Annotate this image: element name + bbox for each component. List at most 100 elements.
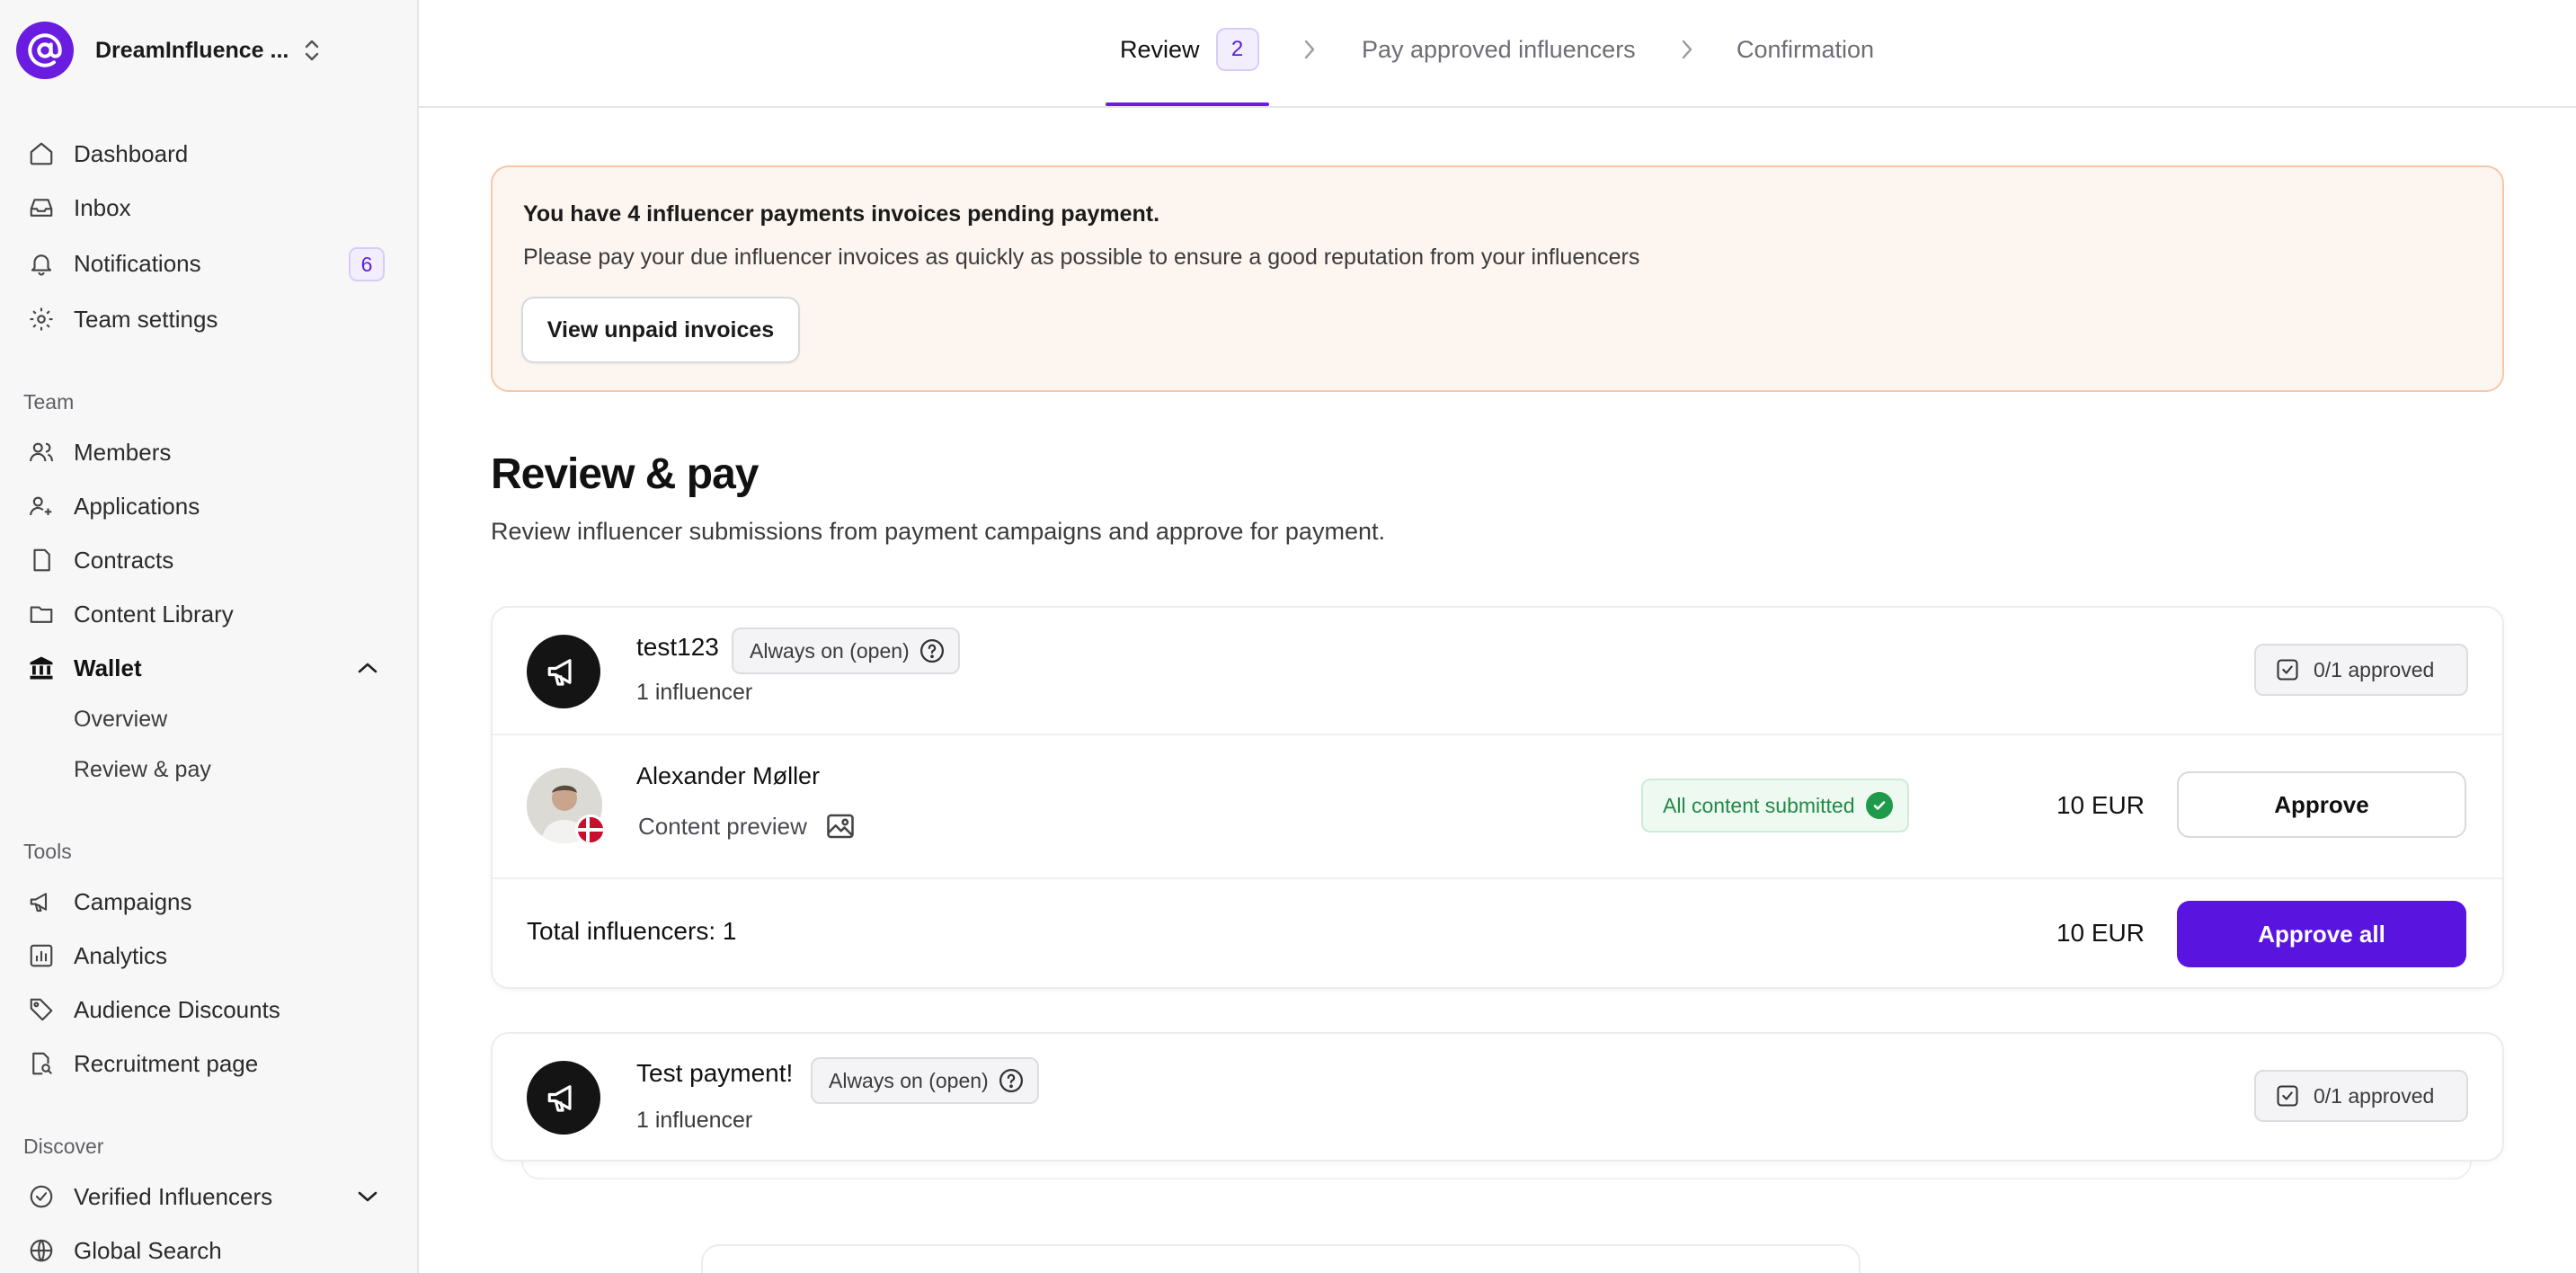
chevron-up-icon[interactable] <box>354 654 381 681</box>
sidebar-item-analytics[interactable]: Analytics <box>18 931 399 980</box>
approve-all-button[interactable]: Approve all <box>2177 901 2466 967</box>
image-icon <box>823 809 857 843</box>
sidebar-item-contracts[interactable]: Contracts <box>18 536 399 584</box>
campaign-total-row: Total influencers: 1 10 EUR Approve all <box>493 877 2502 987</box>
alert-text: Please pay your due influencer invoices … <box>523 245 1640 270</box>
sidebar-item-recruitment-page[interactable]: Recruitment page <box>18 1039 399 1088</box>
inbox-icon <box>25 191 58 224</box>
active-step-indicator <box>1106 102 1269 106</box>
sidebar-item-notifications[interactable]: Notifications 6 <box>18 239 399 288</box>
approved-progress: 0/1 approved <box>2254 1070 2468 1122</box>
sidebar-item-label: Content Library <box>74 600 234 628</box>
sidebar-item-applications[interactable]: Applications <box>18 482 399 530</box>
sidebar-item-label: Dashboard <box>74 139 189 167</box>
sidebar-item-label: Team settings <box>74 305 218 333</box>
campaign-type-tag: Always on (open) <box>732 628 960 674</box>
user-plus-icon <box>25 490 58 522</box>
sidebar: DreamInfluence ... Dashboard Inbox Notif… <box>0 0 419 1273</box>
sidebar-item-content-library[interactable]: Content Library <box>18 590 399 638</box>
sidebar-item-campaigns[interactable]: Campaigns <box>18 877 399 926</box>
sidebar-item-inbox[interactable]: Inbox <box>18 183 399 232</box>
campaign-name: Test payment! <box>636 1059 794 1087</box>
sidebar-item-label: Verified Influencers <box>74 1182 273 1210</box>
step-count-badge: 2 <box>1215 28 1259 71</box>
checkbox-icon <box>2274 1082 2301 1109</box>
help-circle-icon[interactable] <box>998 1067 1025 1094</box>
step-review[interactable]: Review 2 <box>1120 27 1259 72</box>
sidebar-item-audience-discounts[interactable]: Audience Discounts <box>18 985 399 1034</box>
sidebar-item-verified-influencers[interactable]: Verified Influencers <box>18 1172 399 1221</box>
step-pay-approved-influencers[interactable]: Pay approved influencers <box>1362 27 1636 72</box>
chevron-down-icon[interactable] <box>354 1183 381 1210</box>
content-preview-label: Content preview <box>638 812 807 840</box>
card-stack-edge <box>521 1162 2472 1180</box>
workspace-name: DreamInfluence ... <box>95 37 289 63</box>
denmark-flag-icon <box>575 815 606 845</box>
campaign-card: Test payment! Always on (open) 1 influen… <box>491 1032 2504 1162</box>
sidebar-item-label: Analytics <box>74 941 168 969</box>
campaign-header: test123 Always on (open) 1 influencer 0/… <box>493 608 2502 734</box>
total-influencers-label: Total influencers: 1 <box>527 917 737 945</box>
view-unpaid-invoices-button[interactable]: View unpaid invoices <box>521 297 800 363</box>
alert-title: You have 4 influencer payments invoices … <box>523 201 1160 227</box>
help-circle-icon[interactable] <box>919 637 946 664</box>
sidebar-item-members[interactable]: Members <box>18 428 399 476</box>
megaphone-icon <box>25 886 58 918</box>
sidebar-item-label: Audience Discounts <box>74 995 280 1023</box>
campaign-type-tag: Always on (open) <box>811 1057 1039 1104</box>
bell-icon <box>25 247 58 280</box>
influencer-name: Alexander Møller <box>636 762 821 789</box>
approve-button[interactable]: Approve <box>2177 771 2466 838</box>
tag-icon <box>25 993 58 1026</box>
section-label-discover: Discover <box>23 1135 104 1158</box>
campaign-name: test123 <box>636 633 719 661</box>
check-circle-icon <box>1865 792 1893 819</box>
notifications-count-badge: 6 <box>349 247 385 281</box>
approved-count: 0/1 approved <box>2314 657 2435 681</box>
influencer-amount: 10 EUR <box>2056 791 2145 819</box>
megaphone-icon <box>527 1061 600 1135</box>
sidebar-subitem-review-pay[interactable]: Review & pay <box>74 750 211 789</box>
section-label-team: Team <box>23 390 75 414</box>
home-icon <box>25 138 58 170</box>
step-confirmation[interactable]: Confirmation <box>1737 27 1874 72</box>
page-subtitle: Review influencer submissions from payme… <box>491 518 1385 545</box>
step-label: Pay approved influencers <box>1362 35 1636 63</box>
chevron-right-icon <box>1296 36 1323 63</box>
sidebar-subitem-overview[interactable]: Overview <box>74 699 167 739</box>
workspace-switcher[interactable]: DreamInfluence ... <box>16 22 324 79</box>
unpaid-invoices-alert: You have 4 influencer payments invoices … <box>491 165 2504 392</box>
users-icon <box>25 436 58 468</box>
sidebar-item-global-search[interactable]: Global Search <box>18 1226 399 1273</box>
sidebar-item-dashboard[interactable]: Dashboard <box>18 129 399 178</box>
sidebar-item-label: Applications <box>74 492 200 520</box>
total-amount: 10 EUR <box>2056 919 2145 947</box>
influencer-count: 1 influencer <box>636 680 753 705</box>
sidebar-item-wallet[interactable]: Wallet <box>18 644 399 692</box>
sidebar-item-label: Campaigns <box>74 887 192 915</box>
document-icon <box>25 544 58 576</box>
sidebar-item-label: Recruitment page <box>74 1049 259 1077</box>
chevron-up-down-icon[interactable] <box>299 36 324 65</box>
status-badge: All content submitted <box>1641 779 1909 832</box>
sidebar-item-team-settings[interactable]: Team settings <box>18 295 399 343</box>
next-card-edge <box>701 1244 1861 1273</box>
at-sign-icon <box>16 22 74 79</box>
sidebar-item-label: Members <box>74 438 172 466</box>
sidebar-item-label: Global Search <box>74 1236 222 1264</box>
folder-icon <box>25 598 58 630</box>
gear-icon <box>25 303 58 335</box>
sidebar-item-label: Contracts <box>74 546 174 574</box>
bank-icon <box>25 652 58 684</box>
section-label-tools: Tools <box>23 840 72 863</box>
campaign-card: test123 Always on (open) 1 influencer 0/… <box>491 606 2504 989</box>
approved-progress: 0/1 approved <box>2254 644 2468 696</box>
influencer-count: 1 influencer <box>636 1108 753 1133</box>
megaphone-icon <box>527 635 600 708</box>
checkbox-icon <box>2274 656 2301 683</box>
page-title: Review & pay <box>491 450 759 498</box>
checkout-stepper: Review 2 Pay approved influencers Confir… <box>419 0 2576 108</box>
sidebar-item-label: Inbox <box>74 193 131 221</box>
campaign-type-label: Always on (open) <box>829 1068 989 1092</box>
content-preview-link[interactable]: Content preview <box>638 809 857 843</box>
